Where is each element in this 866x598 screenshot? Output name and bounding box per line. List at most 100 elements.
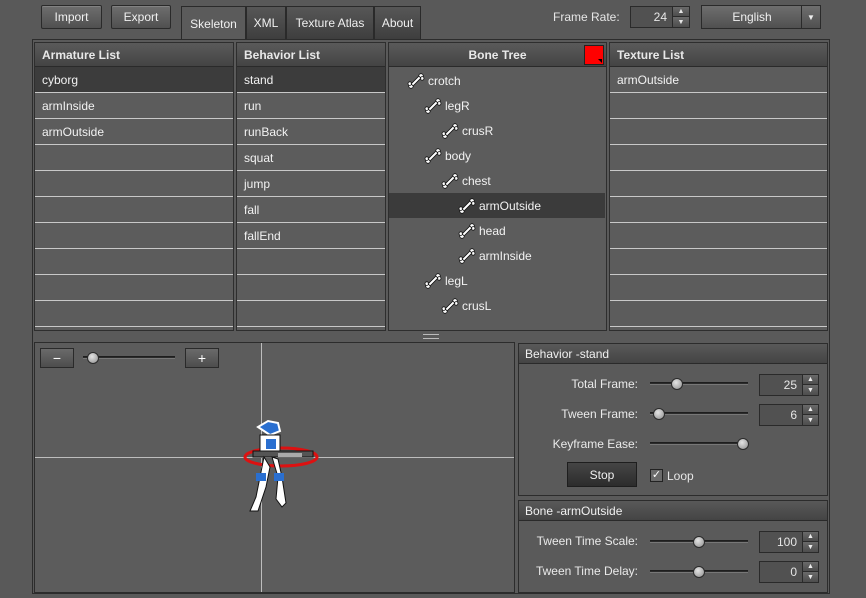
chevron-down-icon[interactable]: ▼: [801, 6, 820, 28]
tree-node[interactable]: crotch: [389, 68, 605, 93]
tween-frame-value[interactable]: 6: [760, 405, 802, 425]
behavior-panel-title: Behavior -stand: [519, 344, 827, 364]
frame-rate-value[interactable]: 24: [631, 7, 673, 27]
stop-button[interactable]: Stop: [567, 462, 637, 487]
list-item-empty: [610, 171, 827, 197]
down-arrow-icon[interactable]: ▼: [803, 542, 818, 552]
total-frame-stepper[interactable]: 25 ▲ ▼: [759, 374, 819, 396]
frame-rate-down-arrow-icon[interactable]: ▼: [673, 17, 689, 27]
frame-rate-stepper[interactable]: 24 ▲ ▼: [630, 6, 690, 28]
zoom-in-button[interactable]: +: [185, 348, 219, 368]
bone-icon: [424, 147, 442, 165]
list-item-empty: [610, 223, 827, 249]
tween-time-scale-label: Tween Time Scale:: [536, 534, 638, 548]
export-button[interactable]: Export: [111, 5, 171, 29]
list-item-empty: [610, 249, 827, 275]
list-item-empty: [610, 197, 827, 223]
tween-time-scale-value[interactable]: 100: [760, 532, 802, 552]
tab-skeleton[interactable]: Skeleton: [181, 6, 246, 40]
texture-list: Texture List armOutside: [609, 42, 828, 331]
behavior-list: Behavior List stand run runBack squat ju…: [236, 42, 386, 331]
list-item-empty: [35, 249, 233, 275]
list-item-empty: [610, 145, 827, 171]
list-item[interactable]: jump: [237, 171, 385, 197]
bone-color-swatch[interactable]: [584, 45, 604, 65]
list-item-empty: [237, 301, 385, 327]
list-item[interactable]: cyborg: [35, 67, 233, 93]
cyborg-character: [243, 419, 319, 512]
tree-node[interactable]: legL: [389, 268, 605, 293]
tree-node[interactable]: head: [389, 218, 605, 243]
tree-node-label: armInside: [479, 248, 532, 263]
tree-node[interactable]: crusL: [389, 293, 605, 318]
list-item[interactable]: armOutside: [610, 67, 827, 93]
tween-frame-stepper[interactable]: 6 ▲ ▼: [759, 404, 819, 426]
tree-node[interactable]: chest: [389, 168, 605, 193]
total-frame-slider-thumb[interactable]: [671, 378, 683, 390]
up-arrow-icon[interactable]: ▲: [803, 532, 818, 542]
list-item[interactable]: fallEnd: [237, 223, 385, 249]
tree-node[interactable]: body: [389, 143, 605, 168]
up-arrow-icon[interactable]: ▲: [803, 562, 818, 572]
frame-rate-label: Frame Rate:: [553, 10, 620, 24]
list-item-empty: [610, 275, 827, 301]
tween-time-scale-slider-thumb[interactable]: [693, 536, 705, 548]
texture-list-header: Texture List: [610, 43, 827, 67]
tree-node[interactable]: crusR: [389, 118, 605, 143]
armature-list: Armature List cyborg armInside armOutsid…: [34, 42, 234, 331]
down-arrow-icon[interactable]: ▼: [803, 572, 818, 582]
tween-frame-slider-thumb[interactable]: [653, 408, 665, 420]
tree-node-label: crusL: [462, 298, 492, 313]
up-arrow-icon[interactable]: ▲: [803, 375, 818, 385]
bone-panel-title: Bone -armOutside: [519, 501, 827, 521]
list-item[interactable]: stand: [237, 67, 385, 93]
list-item[interactable]: armOutside: [35, 119, 233, 145]
tree-node-label: body: [445, 148, 472, 163]
panel-resize-handle[interactable]: [423, 334, 439, 339]
bone-icon: [441, 122, 459, 140]
loop-checkbox[interactable]: ✓: [650, 469, 663, 482]
tab-xml[interactable]: XML: [246, 6, 286, 39]
zoom-out-button[interactable]: −: [40, 348, 74, 368]
language-selected: English: [732, 10, 772, 24]
list-item[interactable]: fall: [237, 197, 385, 223]
list-item[interactable]: run: [237, 93, 385, 119]
bone-tree-header: Bone Tree: [389, 43, 606, 67]
behavior-list-header: Behavior List: [237, 43, 385, 67]
animation-viewport[interactable]: − +: [34, 342, 515, 593]
import-button[interactable]: Import: [41, 5, 102, 29]
armature-list-header: Armature List: [35, 43, 233, 67]
down-arrow-icon[interactable]: ▼: [803, 385, 818, 395]
list-item[interactable]: runBack: [237, 119, 385, 145]
list-item-empty: [35, 171, 233, 197]
list-item-empty: [610, 119, 827, 145]
keyframe-ease-slider-track[interactable]: [650, 442, 748, 445]
tween-time-delay-stepper[interactable]: 0 ▲ ▼: [759, 561, 819, 583]
list-item[interactable]: armInside: [35, 93, 233, 119]
tree-node-label: crusR: [462, 123, 494, 138]
tab-texture-atlas[interactable]: Texture Atlas: [286, 6, 374, 39]
zoom-slider-thumb[interactable]: [87, 352, 99, 364]
tree-node-label: head: [479, 223, 506, 238]
list-item-empty: [35, 301, 233, 327]
list-item-empty: [237, 249, 385, 275]
tree-node[interactable]: armOutside: [389, 193, 605, 218]
loop-label: Loop: [667, 469, 694, 483]
list-item-empty: [610, 301, 827, 327]
total-frame-slider-track[interactable]: [650, 382, 748, 385]
bone-icon: [441, 172, 459, 190]
list-item[interactable]: squat: [237, 145, 385, 171]
list-item-empty: [35, 145, 233, 171]
tab-about[interactable]: About: [374, 6, 421, 39]
up-arrow-icon[interactable]: ▲: [803, 405, 818, 415]
tween-time-delay-value[interactable]: 0: [760, 562, 802, 582]
keyframe-ease-slider-thumb[interactable]: [737, 438, 749, 450]
tween-time-delay-slider-thumb[interactable]: [693, 566, 705, 578]
tree-node[interactable]: legR: [389, 93, 605, 118]
tree-node[interactable]: armInside: [389, 243, 605, 268]
tween-time-scale-stepper[interactable]: 100 ▲ ▼: [759, 531, 819, 553]
total-frame-value[interactable]: 25: [760, 375, 802, 395]
frame-rate-up-arrow-icon[interactable]: ▲: [673, 7, 689, 17]
language-dropdown[interactable]: English ▼: [701, 5, 821, 29]
down-arrow-icon[interactable]: ▼: [803, 415, 818, 425]
